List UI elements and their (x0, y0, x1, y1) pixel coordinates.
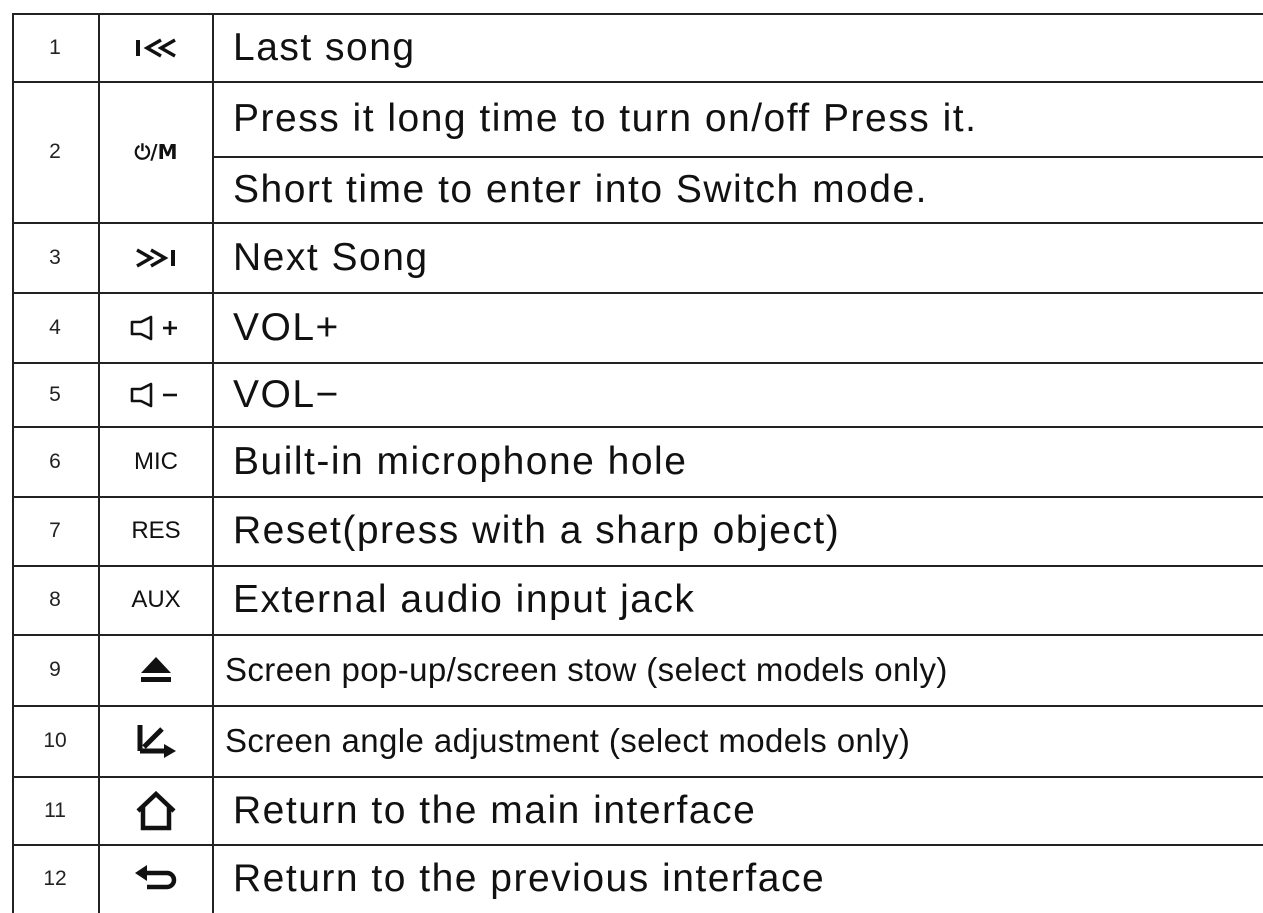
key-cell (100, 14, 212, 81)
key-cell (100, 845, 212, 913)
function-description: Screen angle adjustment (select models o… (225, 722, 911, 759)
function-description: Next Song (233, 235, 429, 279)
function-description: VOL− (233, 372, 340, 416)
key-cell (100, 706, 212, 776)
function-description: Built-in microphone hole (233, 439, 688, 483)
key-cell (100, 223, 212, 292)
function-description: Reset(press with a sharp object) (233, 509, 841, 552)
function-description: VOL+ (233, 305, 340, 349)
key-label: RES (131, 517, 181, 544)
key-cell (100, 635, 212, 705)
row-number: 3 (49, 245, 61, 269)
row-number: 10 (43, 729, 67, 752)
row-number: 5 (49, 382, 61, 406)
row-number: 4 (49, 315, 61, 339)
function-description: Return to the main interface (233, 788, 757, 832)
function-description: External audio input jack (233, 578, 696, 621)
eject-icon (141, 657, 171, 682)
key-cell (100, 777, 212, 844)
row-number: 11 (44, 798, 66, 822)
function-description: Short time to enter into Switch mode. (233, 167, 928, 211)
key-label: MIC (134, 447, 178, 475)
volume-up-icon (130, 315, 177, 340)
column-divider (212, 13, 214, 913)
function-description: Return to the previous interface (233, 857, 826, 900)
back-arrow-icon (135, 865, 177, 890)
row-number: 1 (49, 35, 61, 59)
row-number: 6 (49, 449, 61, 473)
home-icon (136, 790, 176, 830)
key-cell: ⏻/M (100, 82, 212, 222)
key-cell (100, 293, 212, 362)
next-track-icon (136, 248, 175, 267)
row-number: 8 (49, 588, 61, 611)
previous-track-icon (136, 38, 176, 57)
row-number: 7 (49, 519, 61, 542)
button-function-table: 1 Last song 2 ⏻/M Press it long time to … (0, 0, 1263, 913)
function-description: Press it long time to turn on/off Press … (233, 97, 978, 140)
screen-angle-icon (137, 725, 176, 758)
function-description: Screen pop-up/screen stow (select models… (225, 651, 948, 688)
volume-down-icon (130, 382, 177, 407)
row-number: 9 (49, 658, 61, 681)
function-description: Last song (233, 25, 416, 69)
key-label: AUX (131, 586, 181, 613)
key-cell (100, 363, 212, 426)
row-number: 12 (43, 867, 67, 890)
power-mode-icon: ⏻/M (134, 140, 178, 164)
row-number: 2 (49, 140, 61, 163)
